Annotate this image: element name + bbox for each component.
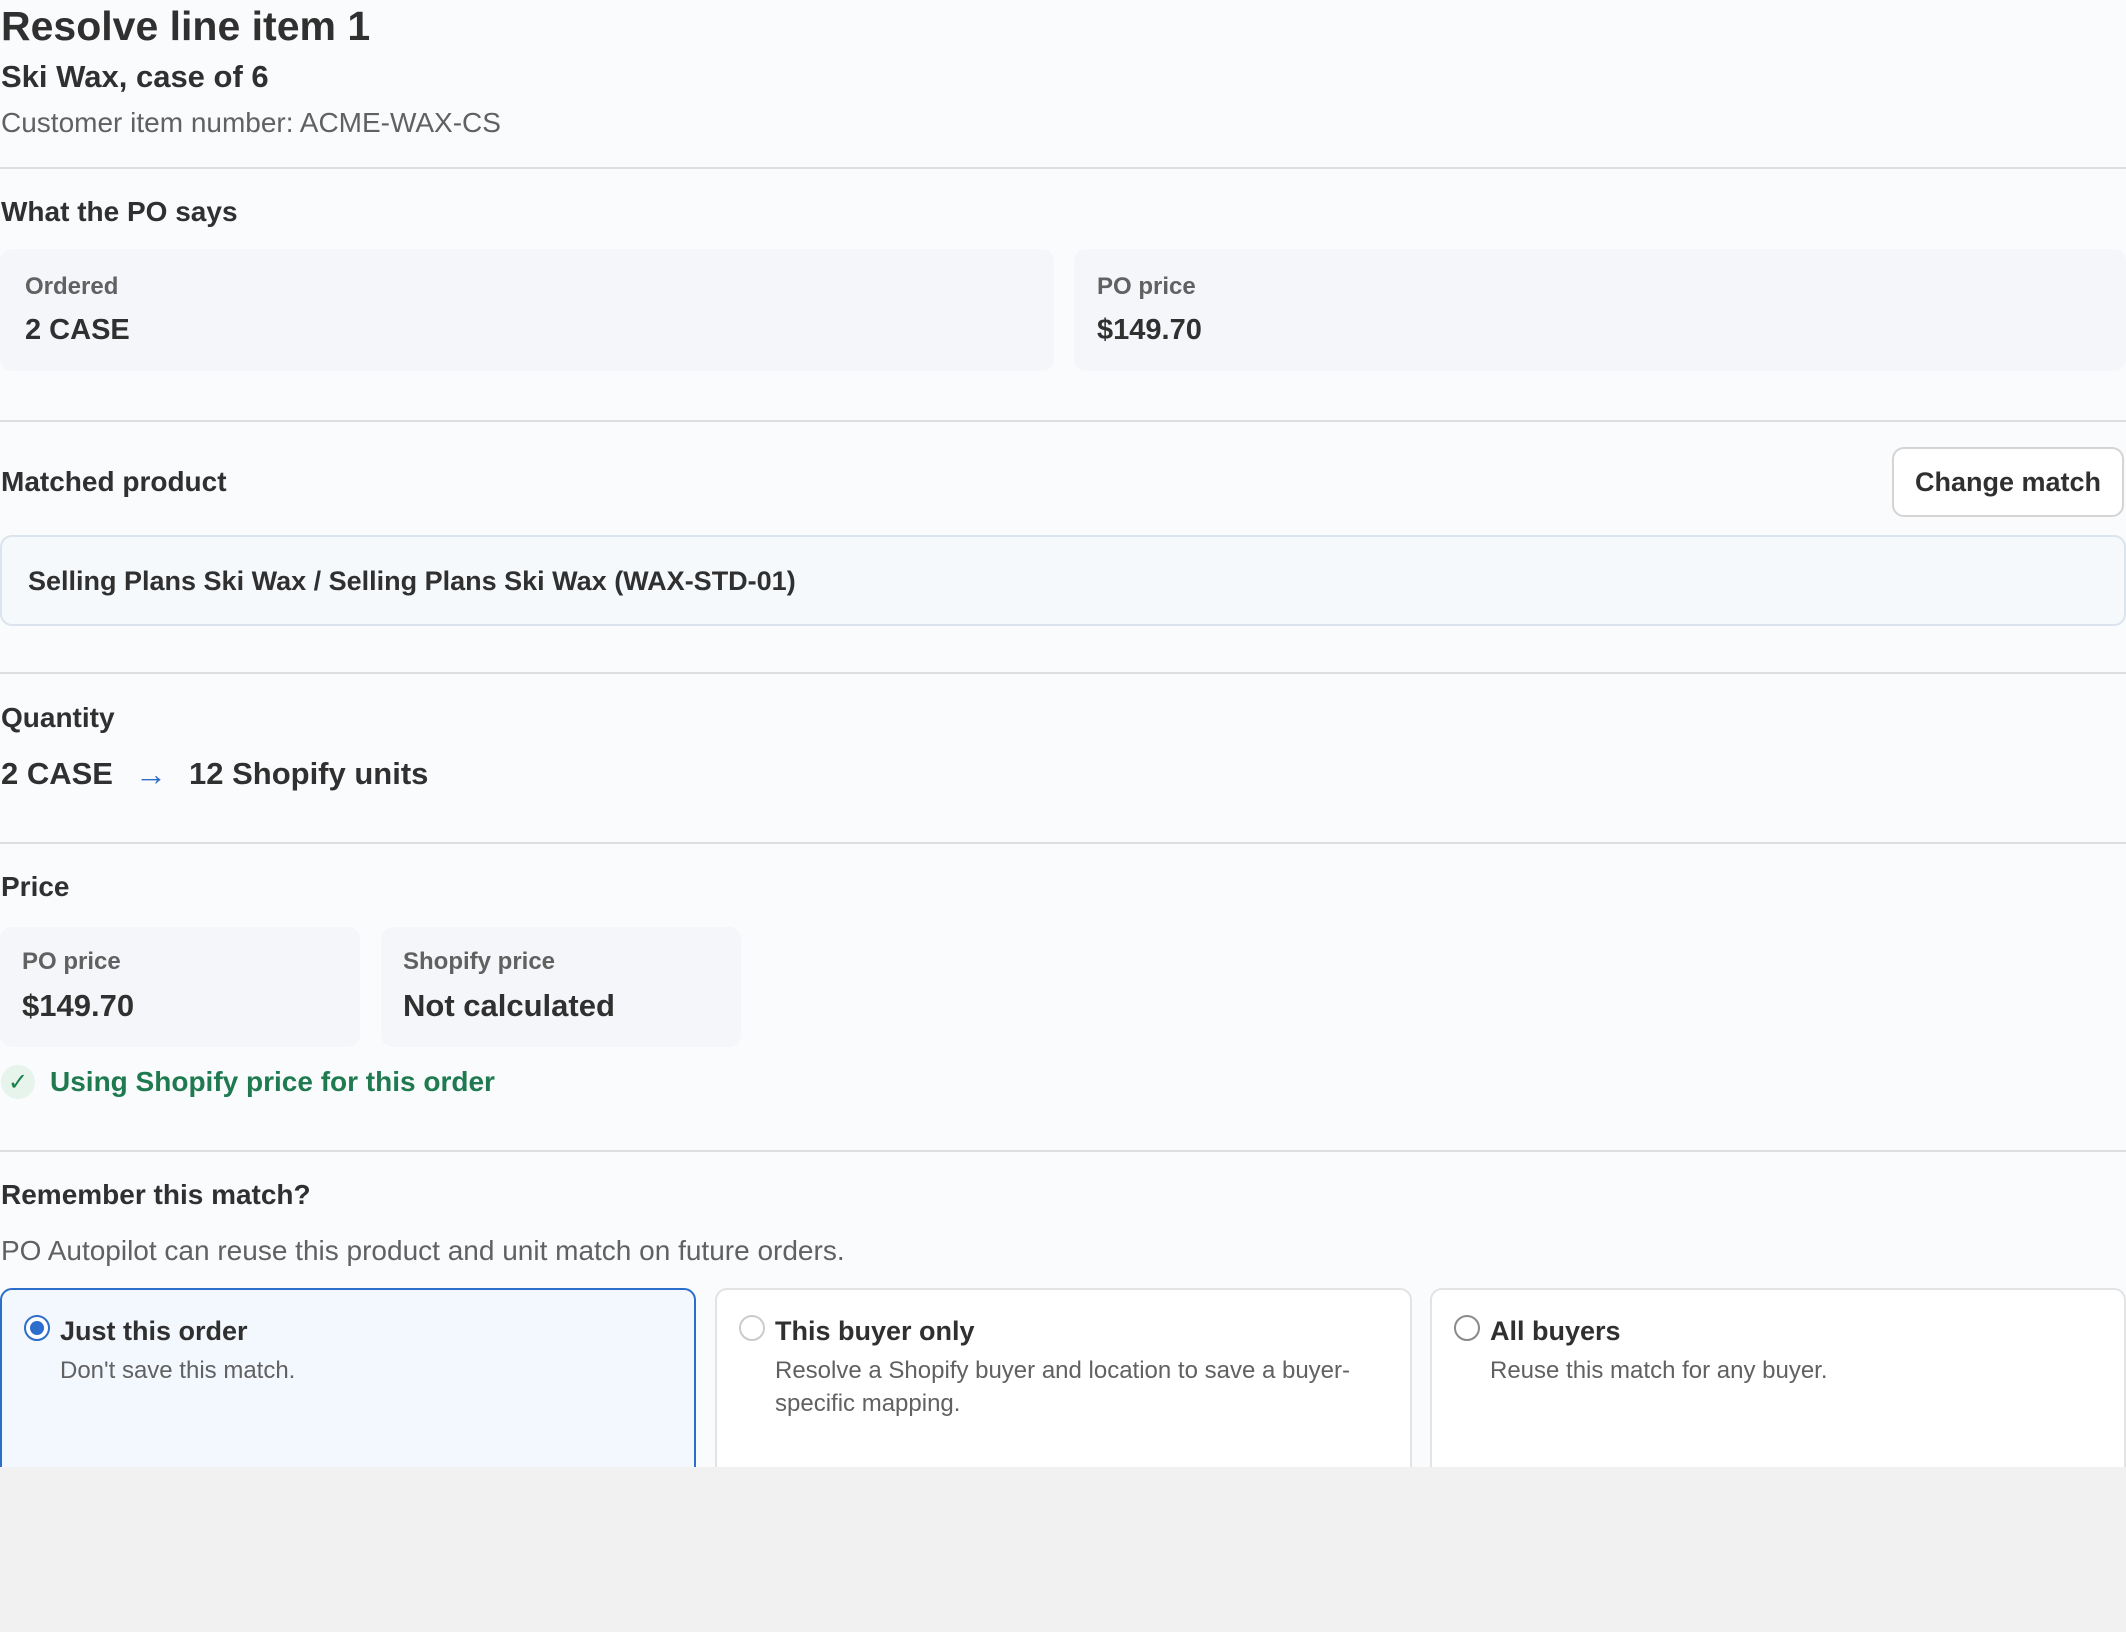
radio-button[interactable] bbox=[739, 1315, 765, 1341]
item-name: Ski Wax, case of 6 bbox=[1, 59, 269, 94]
price-heading: Price bbox=[1, 871, 70, 902]
quantity-heading: Quantity bbox=[1, 702, 115, 733]
shopify-price-value: Not calculated bbox=[403, 988, 615, 1023]
quantity-conversion: 2 CASE → 12 Shopify units bbox=[1, 754, 428, 794]
page-title: Resolve line item 1 bbox=[1, 3, 371, 49]
quantity-to: 12 Shopify units bbox=[188, 756, 429, 791]
po-price-compare-tile: PO price $149.70 bbox=[0, 927, 360, 1047]
change-match-button[interactable]: Change match bbox=[1892, 447, 2124, 517]
ordered-tile: Ordered 2 CASE bbox=[0, 249, 1054, 371]
option-description: Reuse this match for any buyer. bbox=[1490, 1357, 1828, 1384]
divider bbox=[0, 842, 2126, 844]
option-description: Resolve a Shopify buyer and location to … bbox=[775, 1357, 1351, 1417]
option-just-this-order[interactable]: Just this order Don't save this match. bbox=[0, 1288, 696, 1467]
option-this-buyer-only[interactable]: This buyer only Resolve a Shopify buyer … bbox=[715, 1288, 1412, 1467]
divider bbox=[0, 672, 2126, 674]
po-price-compare-label: PO price bbox=[22, 948, 121, 975]
divider bbox=[0, 1150, 2126, 1152]
ordered-label: Ordered bbox=[25, 273, 119, 300]
po-price-tile: PO price $149.70 bbox=[1074, 249, 2126, 371]
option-all-buyers[interactable]: All buyers Reuse this match for any buye… bbox=[1430, 1288, 2126, 1467]
resolve-line-item-panel: Resolve line item 1 Ski Wax, case of 6 C… bbox=[0, 0, 2126, 1467]
shopify-price-tile: Shopify price Not calculated bbox=[381, 927, 741, 1047]
customer-item-number: Customer item number: ACME-WAX-CS bbox=[1, 107, 501, 138]
price-status-text: Using Shopify price for this order bbox=[50, 1066, 495, 1097]
po-price-value: $149.70 bbox=[1097, 314, 1202, 346]
price-status: ✓ Using Shopify price for this order bbox=[1, 1064, 495, 1100]
divider bbox=[0, 420, 2126, 422]
check-icon: ✓ bbox=[1, 1065, 35, 1099]
option-title: Just this order bbox=[60, 1316, 248, 1346]
shopify-price-label: Shopify price bbox=[403, 948, 556, 975]
option-title: All buyers bbox=[1490, 1316, 1621, 1346]
matched-product-box: Selling Plans Ski Wax / Selling Plans Sk… bbox=[0, 535, 2126, 626]
po-section-heading: What the PO says bbox=[1, 196, 238, 227]
remember-description: PO Autopilot can reuse this product and … bbox=[1, 1235, 845, 1266]
option-description: Don't save this match. bbox=[60, 1357, 296, 1384]
matched-product-heading: Matched product bbox=[1, 466, 227, 497]
divider bbox=[0, 167, 2126, 169]
radio-button[interactable] bbox=[24, 1315, 50, 1341]
option-title: This buyer only bbox=[775, 1316, 975, 1346]
po-price-label: PO price bbox=[1097, 273, 1196, 300]
po-price-compare-value: $149.70 bbox=[22, 988, 135, 1023]
matched-product-name: Selling Plans Ski Wax / Selling Plans Sk… bbox=[28, 566, 796, 596]
radio-button[interactable] bbox=[1454, 1315, 1480, 1341]
quantity-from: 2 CASE bbox=[1, 756, 113, 791]
arrow-right-icon: → bbox=[134, 756, 167, 792]
ordered-value: 2 CASE bbox=[25, 314, 130, 346]
remember-heading: Remember this match? bbox=[1, 1179, 311, 1210]
